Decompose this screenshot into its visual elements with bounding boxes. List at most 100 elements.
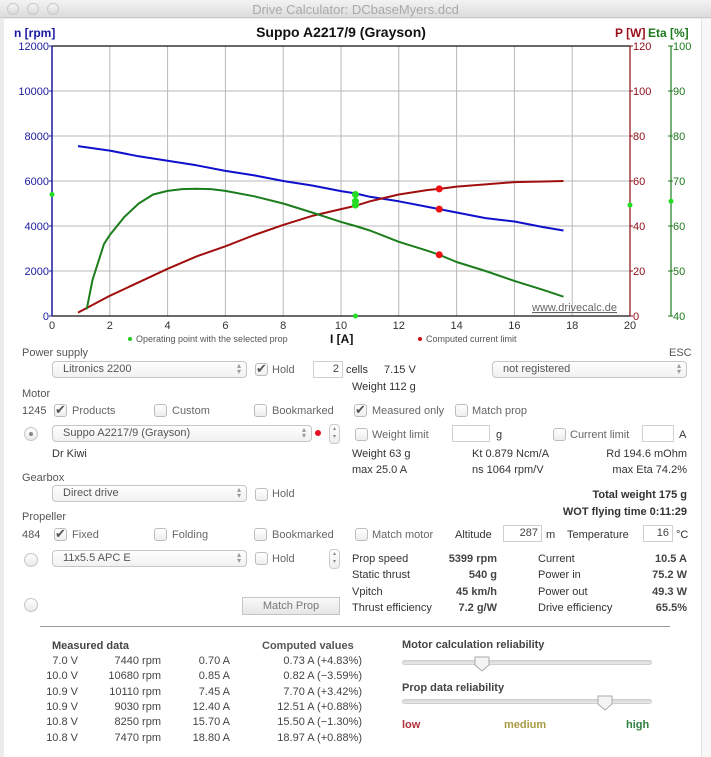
propeller-count: 484 — [22, 529, 41, 541]
esc-select[interactable]: not registered ▴ ▾ — [492, 361, 687, 378]
result-value: 65.5% — [655, 602, 687, 614]
motor-select-value: Suppo A2217/9 (Grayson) — [63, 427, 191, 439]
legend-current-limit: Computed current limit — [426, 334, 517, 344]
motor-bookmarked-checkbox[interactable] — [254, 404, 267, 417]
x-tick-label: 16 — [508, 320, 520, 332]
gearbox-hold-checkbox[interactable] — [255, 488, 268, 501]
prop-select[interactable]: 11x5.5 APC E ▴ ▾ — [52, 550, 247, 567]
motor-count: 1245 — [22, 405, 47, 417]
gearbox-select[interactable]: Direct drive ▴ ▾ — [52, 485, 247, 502]
motor-custom-checkbox[interactable] — [154, 404, 167, 417]
result-label: Drive efficiency — [538, 602, 613, 614]
motor-reliability-slider-thumb[interactable] — [474, 656, 490, 672]
match-motor-label: Match motor — [372, 529, 434, 541]
power-supply-label: Power supply — [22, 347, 89, 359]
right2-tick-label: 90 — [673, 86, 685, 98]
motor-ns: ns 1064 rpm/V — [472, 464, 544, 476]
motor-stepper[interactable]: ▴ ▾ — [329, 424, 340, 444]
motor-reliability-label: Motor calculation reliability — [402, 639, 545, 651]
left-tick-label: 12000 — [18, 41, 49, 53]
prop-bookmarked-checkbox[interactable] — [254, 528, 267, 541]
prop-stepper[interactable]: ▴ ▾ — [329, 549, 340, 569]
result-value: 5399 rpm — [448, 553, 497, 565]
measured-row: 10.9 V 10110 rpm 7.45 A 7.70 A (+3.42%) — [40, 686, 370, 700]
right1-tick-label: 100 — [633, 86, 651, 98]
cells-input[interactable]: 2 — [313, 361, 343, 378]
x-tick-label: 8 — [280, 320, 286, 332]
prop-hold-label: Hold — [272, 553, 295, 565]
battery-voltage: 7.15 V — [384, 364, 416, 376]
right2-axis-label: Eta [%] — [648, 26, 689, 40]
right2-tick-label: 70 — [673, 176, 685, 188]
prop-fixed-label: Fixed — [72, 529, 99, 541]
x-tick-label: 10 — [335, 320, 347, 332]
battery-select-value: Litronics 2200 — [63, 363, 132, 375]
result-value: 7.2 g/W — [458, 602, 497, 614]
measured-only-checkbox[interactable] — [354, 402, 367, 418]
current-limit-input[interactable] — [642, 425, 674, 442]
measured-row: 10.8 V 8250 rpm 15.70 A 15.50 A (−1.30%) — [40, 716, 370, 730]
temperature-label: Temperature — [567, 529, 629, 541]
x-tick-label: 12 — [393, 320, 405, 332]
prop-folding-checkbox[interactable] — [154, 528, 167, 541]
legend-operating-point-dot — [128, 337, 132, 341]
prop-folding-label: Folding — [172, 529, 209, 541]
prop-fixed-checkbox[interactable] — [54, 526, 67, 542]
operating-point-marker — [351, 191, 359, 199]
right2-tick-label: 60 — [673, 221, 685, 233]
match-motor-checkbox[interactable] — [355, 528, 368, 541]
prop-radio[interactable] — [24, 553, 38, 567]
propeller-label: Propeller — [22, 511, 67, 523]
measured-rpm: 7470 rpm — [114, 732, 161, 744]
prop-bookmarked-label: Bookmarked — [272, 529, 334, 541]
altitude-label: Altitude — [455, 529, 492, 541]
motor-products-checkbox[interactable] — [54, 402, 67, 418]
match-prop-checkbox[interactable] — [455, 404, 468, 417]
measured-current: 15.70 A — [192, 716, 230, 728]
prop-reliability-slider[interactable] — [402, 699, 652, 704]
measured-row: 10.0 V 10680 rpm 0.85 A 0.82 A (−3.59%) — [40, 670, 370, 684]
prop-hold-checkbox[interactable] — [255, 552, 268, 565]
measured-only-label: Measured only — [372, 405, 445, 417]
current-limit-checkbox[interactable] — [553, 428, 566, 441]
select-arrows-icon: ▴ ▾ — [236, 361, 241, 376]
measured-voltage: 10.0 V — [46, 670, 78, 682]
motor-products-label: Products — [72, 405, 116, 417]
prop-reliability-slider-thumb[interactable] — [597, 695, 613, 711]
select-arrows-icon: ▴ ▾ — [236, 485, 241, 500]
x-tick-label: 6 — [222, 320, 228, 332]
motor-source: Dr Kiwi — [52, 448, 87, 460]
measured-voltage: 10.9 V — [46, 701, 78, 713]
computed-current: 7.70 A (+3.42%) — [283, 686, 362, 698]
legend-current-limit-dot — [418, 337, 422, 341]
result-label: Power out — [538, 586, 588, 598]
right1-tick-label: 20 — [633, 266, 645, 278]
motor-radio[interactable] — [24, 427, 38, 441]
match-prop-button[interactable]: Match Prop — [242, 597, 340, 615]
gearbox-hold-label: Hold — [272, 488, 295, 500]
cells-label: cells — [346, 364, 369, 376]
battery-select[interactable]: Litronics 2200 ▴ ▾ — [52, 361, 247, 378]
prop-select-value: 11x5.5 APC E — [63, 552, 131, 564]
operating-point-marker — [351, 197, 359, 205]
measured-voltage: 10.8 V — [46, 732, 78, 744]
measured-rpm: 7440 rpm — [114, 655, 161, 667]
select-arrows-icon: ▴ ▾ — [676, 361, 681, 376]
measured-rpm: 9030 rpm — [114, 701, 161, 713]
result-value: 75.2 W — [652, 569, 687, 581]
battery-hold-checkbox[interactable] — [255, 361, 268, 377]
computed-current: 0.73 A (+4.83%) — [283, 655, 362, 667]
motor-select[interactable]: Suppo A2217/9 (Grayson) ▴ ▾ — [52, 425, 312, 442]
reliability-low-label: low — [402, 719, 421, 731]
measured-current: 12.40 A — [192, 701, 230, 713]
motor-reliability-slider[interactable] — [402, 660, 652, 665]
temperature-input[interactable]: 16 — [643, 525, 673, 542]
battery-hold-label: Hold — [272, 364, 295, 376]
altitude-input[interactable]: 287 — [503, 525, 542, 542]
weight-limit-input[interactable] — [452, 425, 490, 442]
weight-limit-checkbox[interactable] — [355, 428, 368, 441]
watermark[interactable]: www.drivecalc.de — [531, 302, 617, 314]
measured-rpm: 10680 rpm — [108, 670, 161, 682]
right1-tick-label: 120 — [633, 41, 651, 53]
match-prop-radio[interactable] — [24, 598, 38, 612]
